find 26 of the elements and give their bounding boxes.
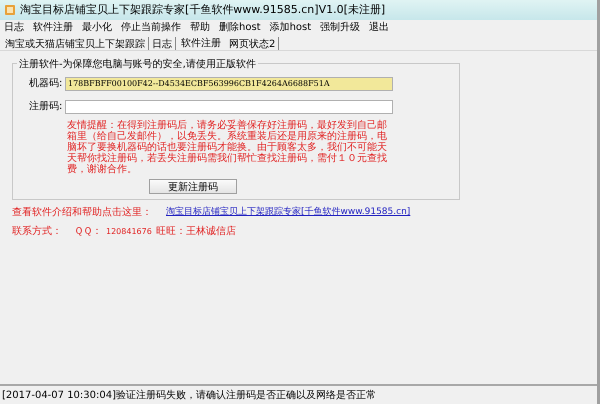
app-icon (4, 4, 16, 16)
menu-item[interactable]: 帮助 (190, 20, 210, 35)
field-label: 注册码: (29, 100, 63, 114)
menu-item[interactable]: 停止当前操作 (121, 20, 181, 35)
update-code-button[interactable]: 更新注册码 (149, 179, 237, 194)
contact-label: 联系方式： (12, 224, 62, 239)
machine-code-field[interactable]: 178BFBFF00100F42--D4534ECBF563996CB1F4264A6688F51A (65, 76, 393, 90)
window-title: 淘宝目标店铺宝贝上下架跟踪专家[千鱼软件www.91585.cn]V1.0[未注册] (20, 2, 386, 18)
register-code-field[interactable] (65, 100, 393, 114)
notice-text: 友情提醒：在得到注册码后，请务必妥善保存好注册码，最好发到自己邮箱里（给自己发邮件），以免丢失。系统重装后还是用原来的注册码，电脑坏了要换机器码的话也要注册码才能换。由于顾客太多，我们不可能天天帮你找注册码，若丢失注册码需我们帮忙查找注册码，需付１０元查找费，谢谢合作。 (67, 120, 388, 175)
menu-item[interactable]: 日志 (4, 20, 24, 35)
qq-label: ＱＱ： (74, 225, 102, 239)
status-text: [2017-04-07 10:30:04]验证注册码失败，请确认注册码是否正确以及网络是否正常 (2, 388, 376, 402)
tab[interactable]: 网页状态2 (226, 37, 280, 50)
menu-item[interactable]: 删除host (219, 20, 261, 35)
menu-item[interactable]: 最小化 (82, 20, 112, 35)
menu-item[interactable]: 强制升级 (320, 20, 360, 35)
menu-item[interactable]: 添加host (270, 20, 312, 35)
tab[interactable]: 淘宝或天猫店铺宝贝上下架跟踪 (2, 37, 149, 50)
field-label: 机器码: (29, 76, 63, 91)
help-label: 查看软件介绍和帮助点击这里： (12, 206, 152, 220)
wangwang-text: 旺旺：王林诚信店 (156, 224, 236, 239)
qq-number: 120841676 (106, 226, 152, 238)
menu-item[interactable]: 退出 (369, 20, 390, 35)
menu-item[interactable]: 软件注册 (33, 20, 73, 35)
help-link[interactable]: 淘宝目标店铺宝贝上下架跟踪专家[千鱼软件www.91585.cn] (166, 206, 410, 220)
